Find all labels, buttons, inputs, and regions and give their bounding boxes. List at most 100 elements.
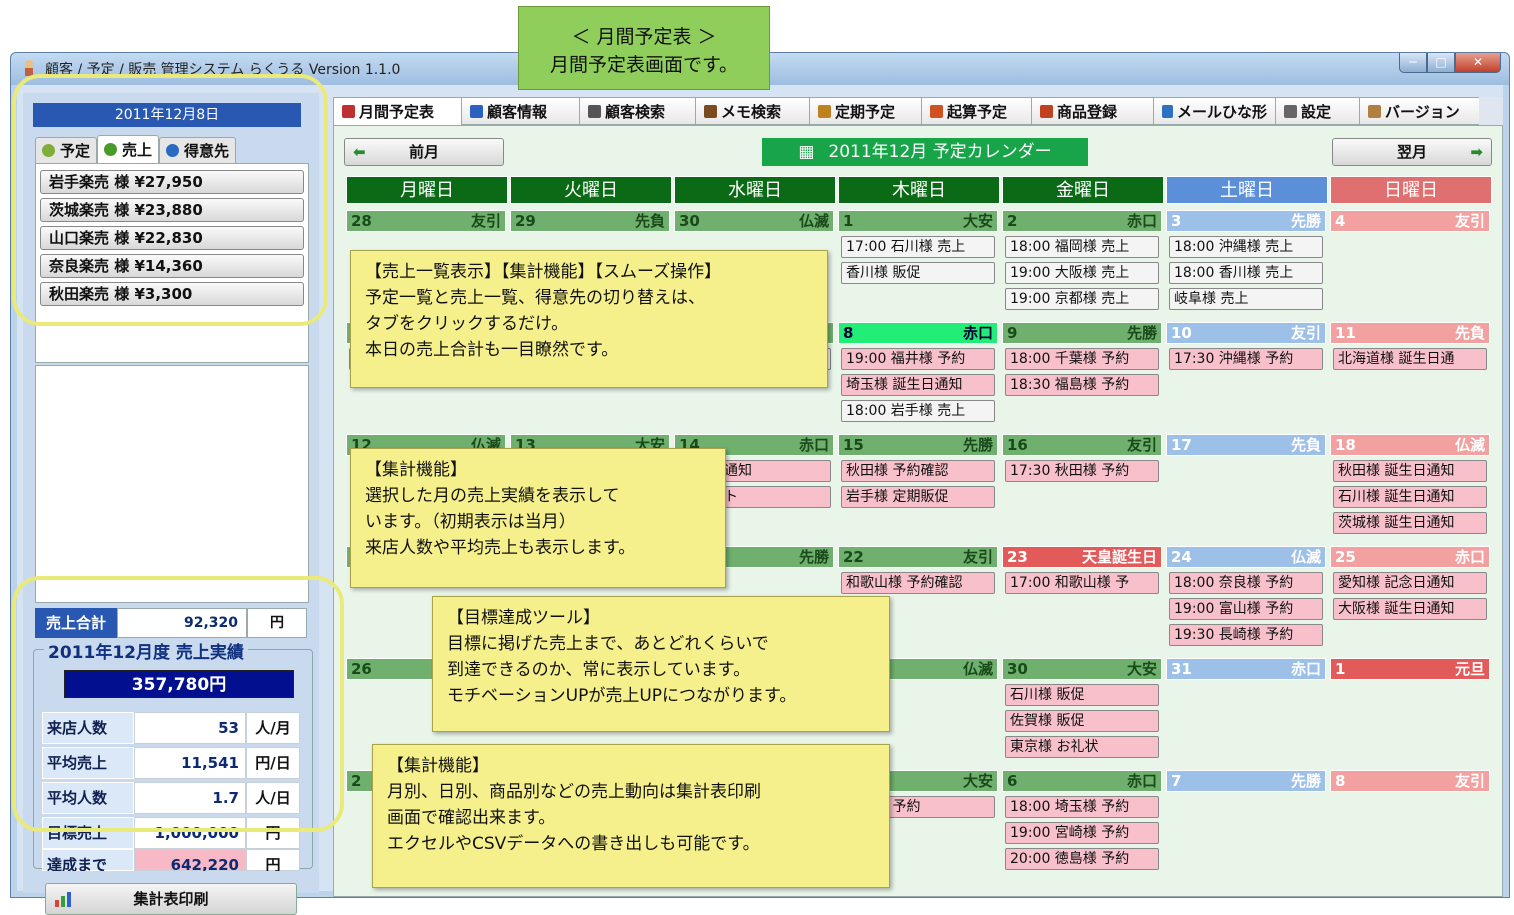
calendar-event[interactable]: 18:00 奈良様 予約 — [1169, 572, 1323, 594]
day-number: 17 — [1171, 436, 1192, 454]
calendar-event[interactable]: 18:00 香川様 売上 — [1169, 262, 1323, 284]
calendar-day-cell[interactable]: 8 赤口 19:00 福井様 予約 埼玉様 誕生日通知 18:00 岩手様 売上 — [838, 322, 998, 428]
calendar-day-cell[interactable]: 2 赤口 18:00 福岡様 売上 19:00 大阪様 売上 19:00 京都様 売上 — [1002, 210, 1162, 316]
calendar-day-cell[interactable]: 23 天皇誕生日 17:00 和歌山様 予 — [1002, 546, 1162, 652]
tab-4[interactable]: 定期予定 — [809, 97, 921, 125]
calendar-day-cell[interactable]: 16 友引 17:30 秋田様 予約 — [1002, 434, 1162, 540]
day-header: 30 仏滅 — [674, 210, 834, 232]
day-of-week-header: 金曜日 — [1002, 176, 1164, 204]
rokuyo-label: 友引 — [470, 212, 501, 230]
prev-month-button[interactable]: ⬅ 前月 — [344, 138, 504, 166]
calendar-event[interactable]: 香川様 販促 — [841, 262, 995, 284]
calendar-day-cell[interactable]: 7 先勝 — [1166, 770, 1326, 876]
perf-label: 達成まで — [42, 849, 134, 871]
minimize-button[interactable]: ─ — [1399, 53, 1427, 73]
day-header: 18 仏滅 — [1330, 434, 1490, 456]
day-number: 30 — [679, 212, 700, 230]
calendar-day-cell[interactable]: 10 友引 17:30 沖縄様 予約 — [1166, 322, 1326, 428]
calendar-event[interactable]: 17:30 秋田様 予約 — [1005, 460, 1159, 482]
calendar-day-cell[interactable]: 17 先負 — [1166, 434, 1326, 540]
tab-6[interactable]: 商品登録 — [1031, 97, 1153, 125]
calendar-event[interactable]: 18:00 千葉様 予約 — [1005, 348, 1159, 370]
calendar-day-cell[interactable]: 11 先負北海道様 誕生日通 — [1330, 322, 1490, 428]
calendar-day-cell[interactable]: 1 元旦 — [1330, 658, 1490, 764]
calendar-event[interactable]: 17:30 沖縄様 予約 — [1169, 348, 1323, 370]
calendar-day-cell[interactable]: 9 先勝 18:00 千葉様 予約 18:30 福島様 予約 — [1002, 322, 1162, 428]
day-number: 29 — [515, 212, 536, 230]
callout-line: 来店人数や平均売上も表示します。 — [365, 538, 636, 558]
day-of-week-header: 月曜日 — [346, 176, 508, 204]
tab-2[interactable]: 顧客検索 — [579, 97, 695, 125]
close-button[interactable]: ✕ — [1455, 53, 1501, 73]
calendar-day-cell[interactable]: 1 大安 17:00 石川様 売上 香川様 販促 — [838, 210, 998, 316]
calendar-event[interactable]: 18:00 福岡様 売上 — [1005, 236, 1159, 258]
calendar-event[interactable]: 17:00 石川様 売上 — [841, 236, 995, 258]
calendar-event[interactable]: 佐賀様 販促 — [1005, 710, 1159, 732]
calendar-event[interactable]: 茨城様 誕生日通知 — [1333, 512, 1487, 534]
calendar-event[interactable]: 18:30 福島様 予約 — [1005, 374, 1159, 396]
calendar-day-cell[interactable]: 8 友引 — [1330, 770, 1490, 876]
calendar-event[interactable]: 愛知様 記念日通知 — [1333, 572, 1487, 594]
calendar-day-cell[interactable]: 6 赤口 18:00 埼玉様 予約 19:00 宮崎様 予約 20:00 徳島様 予約 — [1002, 770, 1162, 876]
calendar-event[interactable]: 19:00 福井様 予約 — [841, 348, 995, 370]
calendar-event[interactable]: 埼玉様 誕生日通知 — [841, 374, 995, 396]
calendar-event[interactable]: 大阪様 誕生日通知 — [1333, 598, 1487, 620]
calendar-day-cell[interactable]: 4 友引 — [1330, 210, 1490, 316]
tab-9[interactable]: バージョン — [1359, 97, 1479, 125]
maximize-button[interactable]: □ — [1427, 53, 1455, 73]
tab-3[interactable]: メモ検索 — [695, 97, 809, 125]
calendar-day-cell[interactable]: 3 先勝 18:00 沖縄様 売上 18:00 香川様 売上 岐阜様 売上 — [1166, 210, 1326, 316]
day-number: 8 — [1335, 772, 1346, 790]
calendar-event[interactable]: 17:00 和歌山様 予 — [1005, 572, 1159, 594]
calendar-event[interactable]: 石川様 販促 — [1005, 684, 1159, 706]
day-of-week-header: 土曜日 — [1166, 176, 1328, 204]
calendar-event[interactable]: 秋田様 誕生日通知 — [1333, 460, 1487, 482]
rokuyo-label: 先負 — [634, 212, 665, 230]
tab-5[interactable]: 起算予定 — [921, 97, 1031, 125]
tab-8[interactable]: 設定 — [1275, 97, 1359, 125]
tab-0[interactable]: 月間予定表 — [333, 97, 461, 125]
day-number: 9 — [1007, 324, 1018, 342]
day-number: 8 — [843, 324, 854, 342]
day-number: 30 — [1007, 660, 1028, 678]
day-header: 7 先勝 — [1166, 770, 1326, 792]
calendar-event[interactable]: 18:00 岩手様 売上 — [841, 400, 995, 422]
day-number: 2 — [1007, 212, 1018, 230]
calendar-event[interactable]: 18:00 沖縄様 売上 — [1169, 236, 1323, 258]
calendar-event[interactable]: 19:00 宮崎様 予約 — [1005, 822, 1159, 844]
day-number: 23 — [1007, 548, 1028, 566]
calendar-event[interactable]: 北海道様 誕生日通 — [1333, 348, 1487, 370]
calendar-day-cell[interactable]: 31 赤口 — [1166, 658, 1326, 764]
calendar-event[interactable]: 19:30 長崎様 予約 — [1169, 624, 1323, 646]
calendar-day-cell[interactable]: 30 大安 石川様 販促 佐賀様 販促 東京様 お礼状 — [1002, 658, 1162, 764]
calendar-event[interactable]: 20:00 徳島様 予約 — [1005, 848, 1159, 870]
print-summary-button[interactable]: 集計表印刷 — [45, 883, 297, 915]
calendar-event[interactable]: 19:00 富山様 予約 — [1169, 598, 1323, 620]
tab-label: 定期予定 — [835, 102, 896, 121]
tab-1[interactable]: 顧客情報 — [461, 97, 579, 125]
next-month-button[interactable]: 翌月 ➡ — [1332, 138, 1492, 166]
calendar-event[interactable]: 19:00 大阪様 売上 — [1005, 262, 1159, 284]
calendar-day-cell[interactable]: 15 先勝 秋田様 予約確認 岩手様 定期販促 — [838, 434, 998, 540]
rokuyo-label: 先勝 — [1126, 324, 1157, 342]
calendar-event[interactable]: 18:00 埼玉様 予約 — [1005, 796, 1159, 818]
rokuyo-label: 天皇誕生日 — [1081, 548, 1157, 566]
day-header: 11 先負 — [1330, 322, 1490, 344]
day-header: 25 赤口 — [1330, 546, 1490, 568]
calendar-event[interactable]: 東京様 お礼状 — [1005, 736, 1159, 758]
calendar-day-cell[interactable]: 25 赤口愛知様 記念日通知 大阪様 誕生日通知 — [1330, 546, 1490, 652]
calendar-event[interactable]: 岩手様 定期販促 — [841, 486, 995, 508]
tab-label: 顧客検索 — [605, 102, 666, 121]
callout-summary: 【集計機能】 選択した月の売上実績を表示して います。（初期表示は当月） 来店人… — [350, 448, 726, 588]
calendar-day-cell[interactable]: 24 仏滅 18:00 奈良様 予約 19:00 富山様 予約 19:30 長崎様 予約 — [1166, 546, 1326, 652]
calendar-event[interactable]: 和歌山様 予約確認 — [841, 572, 995, 594]
calendar-day-cell[interactable]: 18 仏滅秋田様 誕生日通知 石川様 誕生日通知 茨城様 誕生日通知 — [1330, 434, 1490, 540]
calendar-event[interactable]: 秋田様 予約確認 — [841, 460, 995, 482]
tab-7[interactable]: メールひな形 — [1153, 97, 1275, 125]
callout-line: 画面で確認出来ます。 — [387, 808, 556, 828]
calendar-event[interactable]: 岐阜様 売上 — [1169, 288, 1323, 310]
day-header: 8 赤口 — [838, 322, 998, 344]
rokuyo-label: 友引 — [1126, 436, 1157, 454]
calendar-event[interactable]: 19:00 京都様 売上 — [1005, 288, 1159, 310]
calendar-event[interactable]: 石川様 誕生日通知 — [1333, 486, 1487, 508]
